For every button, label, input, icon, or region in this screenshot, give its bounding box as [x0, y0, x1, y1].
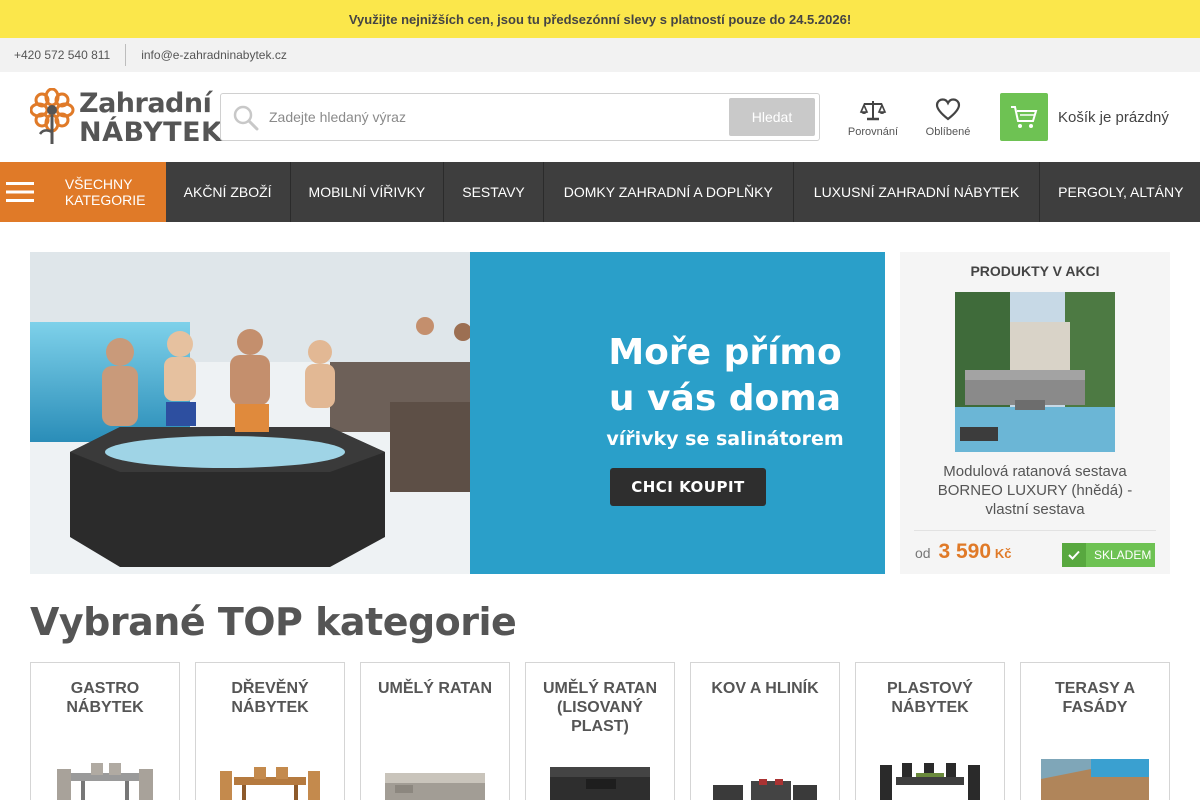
favorites-link[interactable]: Oblíbené — [923, 98, 973, 138]
cart-status: Košík je prázdný — [1058, 108, 1169, 126]
favorites-label: Oblíbené — [925, 126, 971, 138]
flower-logo-icon — [30, 88, 75, 144]
category-image — [713, 779, 817, 800]
banner-headline: Moře přímo u vás doma — [570, 330, 880, 422]
contact-phone[interactable]: +420 572 540 811 — [14, 48, 110, 62]
contact-separator — [125, 44, 127, 66]
category-image — [1041, 759, 1149, 800]
logo-line2: NÁBYTEK — [79, 117, 223, 148]
compare-link[interactable]: Porovnání — [846, 98, 900, 138]
banner-headline-line2: u vás doma — [608, 378, 842, 419]
hero-banner[interactable]: Moře přímo u vás doma vířivky se salinát… — [30, 252, 885, 574]
main-nav: VŠECHNY KATEGORIE AKČNÍ ZBOŽÍ MOBILNÍ VÍ… — [0, 162, 1200, 222]
nav-item-domky[interactable]: DOMKY ZAHRADNÍ A DOPLŇKY — [544, 162, 794, 222]
cart-button[interactable] — [1000, 93, 1048, 141]
category-image — [880, 763, 980, 800]
category-card[interactable]: GASTRO NÁBYTEK — [30, 662, 180, 800]
contact-strip: +420 572 540 811 info@e-zahradninabytek.… — [0, 38, 1200, 72]
category-image — [57, 763, 153, 800]
price-prefix: od — [915, 545, 931, 561]
hot-tub-photo — [30, 252, 470, 574]
logo-line1: Zahradní — [79, 88, 212, 119]
category-name: DŘEVĚNÝ NÁBYTEK — [231, 680, 309, 716]
nav-item-luxusni[interactable]: LUXUSNÍ ZAHRADNÍ NÁBYTEK — [794, 162, 1041, 222]
all-categories-label: VŠECHNY KATEGORIE — [64, 176, 146, 208]
category-card[interactable]: TERASY A FASÁDY — [1020, 662, 1170, 800]
price-value: 3 590 — [938, 540, 992, 563]
featured-title: PRODUKTY V AKCI — [970, 263, 1100, 279]
search-box: Hledat — [220, 93, 820, 141]
nav-item-mobilni-virivky[interactable]: MOBILNÍ VÍŘIVKY — [291, 162, 445, 222]
category-name: UMĚLÝ RATAN — [377, 680, 493, 697]
hamburger-icon — [0, 181, 40, 203]
category-card[interactable]: PLASTOVÝ NÁBYTEK — [855, 662, 1005, 800]
nav-item-akcni-zbozi[interactable]: AKČNÍ ZBOŽÍ — [166, 162, 291, 222]
featured-price: od 3 590 Kč — [915, 540, 1012, 564]
category-image — [385, 773, 485, 800]
promo-text: Využijte nejnižších cen, jsou tu předsez… — [348, 11, 852, 27]
cart-widget[interactable]: Košík je prázdný — [1000, 93, 1169, 141]
price-currency: Kč — [994, 546, 1012, 561]
category-name: KOV A HLINÍK — [711, 680, 819, 697]
category-image — [550, 767, 650, 800]
search-input[interactable] — [269, 104, 719, 130]
category-card[interactable]: UMĚLÝ RATAN (LISOVANÝ PLAST) — [525, 662, 675, 800]
stock-badge: SKLADEM — [1062, 543, 1155, 567]
category-card[interactable]: UMĚLÝ RATAN — [360, 662, 510, 800]
check-icon — [1062, 543, 1086, 567]
compare-label: Porovnání — [847, 126, 899, 138]
featured-divider — [914, 530, 1156, 531]
contact-email[interactable]: info@e-zahradninabytek.cz — [141, 48, 287, 62]
top-categories-grid: GASTRO NÁBYTEK DŘEVĚNÝ NÁBYTEK UMĚLÝ RAT… — [30, 662, 1170, 800]
all-categories-button[interactable]: VŠECHNY KATEGORIE — [0, 162, 166, 222]
stock-label: SKLADEM — [1094, 548, 1152, 562]
category-card[interactable]: DŘEVĚNÝ NÁBYTEK — [195, 662, 345, 800]
nav-item-sestavy[interactable]: SESTAVY — [444, 162, 544, 222]
featured-product-name[interactable]: Modulová ratanová sestava BORNEO LUXURY … — [914, 462, 1156, 519]
featured-product-box: PRODUKTY V AKCI Modulová ratanová sestav… — [900, 252, 1170, 574]
category-image — [220, 767, 320, 800]
featured-product-image[interactable] — [955, 292, 1115, 452]
search-button[interactable]: Hledat — [729, 98, 815, 136]
cart-icon — [1011, 106, 1038, 128]
banner-headline-line1: Moře přímo — [608, 332, 842, 373]
banner-subline: vířivky se salinátorem — [606, 428, 844, 450]
site-logo[interactable]: Zahradní NÁBYTEK — [30, 88, 222, 148]
promo-bar: Využijte nejnižších cen, jsou tu předsez… — [0, 0, 1200, 38]
category-name: PLASTOVÝ NÁBYTEK — [887, 680, 973, 716]
site-header: Zahradní NÁBYTEK Hledat Porovnání Oblíbe… — [0, 72, 1200, 162]
top-categories-title: Vybrané TOP kategorie — [30, 600, 517, 644]
search-icon — [233, 105, 259, 131]
nav-item-pergoly[interactable]: PERGOLY, ALTÁNY — [1040, 162, 1200, 222]
category-name: GASTRO NÁBYTEK — [66, 680, 144, 716]
category-card[interactable]: KOV A HLINÍK — [690, 662, 840, 800]
category-name: UMĚLÝ RATAN (LISOVANÝ PLAST) — [542, 680, 658, 735]
category-name: TERASY A FASÁDY — [1054, 680, 1135, 716]
banner-cta-button[interactable]: CHCI KOUPIT — [610, 468, 766, 506]
scales-icon — [859, 101, 887, 121]
heart-icon — [935, 98, 961, 121]
